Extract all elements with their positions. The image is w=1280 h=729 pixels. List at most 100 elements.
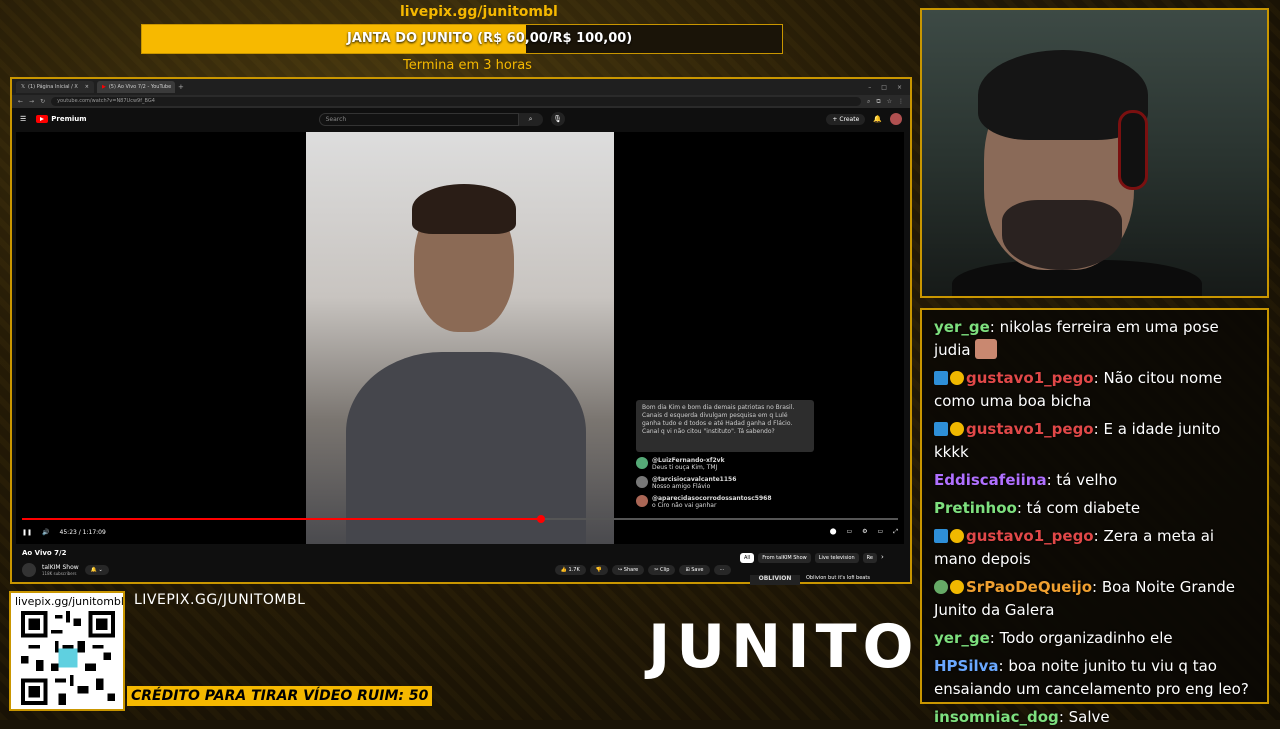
- pinned-comment: Bom dia Kim e bom dia demais patriotas n…: [636, 400, 814, 452]
- subtitles-icon[interactable]: ▭: [846, 528, 852, 536]
- chat-message: gustavo1_pego: Zera a meta ai mano depoi…: [934, 525, 1259, 571]
- channel-avatar[interactable]: [22, 563, 36, 577]
- notifications-bell-icon[interactable]: 🔔 ⌄: [84, 565, 109, 575]
- address-row: ← → ↻ youtube.com/watch?v=N87Ucw9f_BG4 ⌕…: [12, 95, 910, 108]
- chat-username[interactable]: yer_ge: [934, 318, 990, 336]
- recommendation-chips: All From talKIM Show Live television Re …: [740, 553, 884, 563]
- avatar: [636, 495, 648, 507]
- avatar: [636, 457, 648, 469]
- chat-text: : tá com diabete: [1016, 499, 1141, 517]
- chat-username[interactable]: Pretinhoo: [934, 499, 1017, 517]
- time-display: 45:23 / 1:17:09: [59, 528, 106, 536]
- chat-username[interactable]: Eddiscafeiina: [934, 471, 1047, 489]
- recommendation-item[interactable]: OBLIVION Oblivion but it's lofi beats: [750, 575, 870, 585]
- chat-username[interactable]: SrPaoDeQueijo: [966, 578, 1092, 596]
- prime-badge-icon: [934, 529, 948, 543]
- chat-username[interactable]: gustavo1_pego: [966, 369, 1094, 387]
- address-bar[interactable]: youtube.com/watch?v=N87Ucw9f_BG4: [51, 97, 861, 106]
- back-icon[interactable]: ←: [18, 98, 23, 105]
- notifications-icon[interactable]: 🔔: [873, 115, 882, 123]
- new-tab-icon[interactable]: +: [178, 83, 184, 91]
- minimize-icon[interactable]: –: [868, 84, 871, 91]
- youtube-play-icon: [36, 115, 49, 123]
- tab-x-home[interactable]: 𝕏 (1) Página Inicial / X ×: [16, 81, 94, 93]
- goal-label: JANTA DO JUNITO (R$ 60,00/R$ 100,00): [347, 31, 633, 46]
- pause-icon[interactable]: ❚❚: [22, 529, 32, 536]
- close-icon[interactable]: ×: [174, 84, 175, 90]
- settings-icon[interactable]: ⚙: [862, 528, 867, 536]
- volume-icon[interactable]: 🔊: [42, 529, 49, 536]
- clip-button[interactable]: ✂ Clip: [648, 565, 676, 575]
- chat-message: gustavo1_pego: Não citou nome como uma b…: [934, 367, 1259, 413]
- forward-icon[interactable]: →: [29, 98, 34, 105]
- credit-banner: CRÉDITO PARA TIRAR VÍDEO RUIM: 50: [127, 686, 433, 706]
- qr-panel: livepix.gg/junitombl: [9, 591, 125, 711]
- video-progress-bar[interactable]: [22, 515, 898, 523]
- chat-message: Eddiscafeiina: tá velho: [934, 469, 1259, 492]
- video-scrubber-handle[interactable]: [536, 515, 545, 523]
- livepix-url: LIVEPIX.GG/JUNITOMBL: [134, 592, 306, 608]
- chat-username[interactable]: insomniac_dog: [934, 708, 1059, 726]
- youtube-header: ☰ Premium Search ⌕ 🎙 + Create 🔔: [12, 108, 910, 130]
- reload-icon[interactable]: ↻: [40, 98, 45, 105]
- menu-icon[interactable]: ⋮: [898, 98, 904, 106]
- hamburger-icon[interactable]: ☰: [20, 115, 26, 123]
- chat-username[interactable]: yer_ge: [934, 629, 990, 647]
- chat-username[interactable]: gustavo1_pego: [966, 420, 1094, 438]
- fullscreen-icon[interactable]: ⤢: [893, 528, 898, 536]
- comment-text: Deus ti ouça Kim, TMJ: [652, 464, 718, 471]
- zoom-icon[interactable]: ⌕: [867, 98, 870, 106]
- tab-title: (5) Ao Vivo 7/2 - YouTube: [108, 84, 172, 90]
- youtube-icon: ▶: [102, 84, 106, 90]
- chip-live-television[interactable]: Live television: [814, 553, 859, 563]
- chat-username[interactable]: gustavo1_pego: [966, 527, 1094, 545]
- goal-url: livepix.gg/junitombl: [400, 4, 558, 20]
- browser-window: 𝕏 (1) Página Inicial / X × ▶ (5) Ao Vivo 7/…: [10, 77, 912, 585]
- recommendation-thumbnail: OBLIVION: [750, 575, 800, 585]
- youtube-logo[interactable]: Premium: [36, 115, 87, 123]
- chat-text: : tá velho: [1046, 471, 1118, 489]
- search-input[interactable]: Search: [318, 112, 519, 126]
- x-icon: 𝕏: [21, 84, 26, 90]
- maximize-icon[interactable]: □: [881, 84, 887, 91]
- brand-logo: JUNITO: [648, 612, 920, 682]
- chip-all[interactable]: All: [740, 553, 755, 563]
- video-person-body: [346, 352, 586, 544]
- video-player[interactable]: Bom dia Kim e bom dia demais patriotas n…: [16, 132, 904, 544]
- save-button[interactable]: ⊞ Save: [679, 565, 710, 575]
- coin-badge-icon: [950, 422, 964, 436]
- subscriber-count: 118K subscribers: [42, 571, 77, 576]
- extensions-icon[interactable]: ⧉: [876, 98, 880, 106]
- coin-badge-icon: [950, 529, 964, 543]
- qr-code-icon: [21, 611, 115, 705]
- comment-text: o Ciro não vai ganhar: [652, 502, 717, 509]
- recommendation-title: Oblivion but it's lofi beats: [806, 575, 870, 581]
- bookmark-icon[interactable]: ☆: [887, 98, 892, 106]
- avatar[interactable]: [890, 113, 902, 125]
- coin-badge-icon: [950, 580, 964, 594]
- create-button[interactable]: + Create: [826, 113, 866, 125]
- thumbs-up-icon: 👍: [560, 567, 569, 573]
- theater-icon[interactable]: ▭: [878, 528, 884, 536]
- avatar: [636, 476, 648, 488]
- tab-youtube[interactable]: ▶(5) Ao Vivo 7/2 - YouTube×: [97, 81, 175, 93]
- close-window-icon[interactable]: ×: [897, 84, 902, 91]
- video-progress-played: [22, 518, 541, 520]
- chip-more[interactable]: Re: [862, 553, 877, 563]
- like-button[interactable]: 👍 1.7K: [554, 565, 586, 575]
- tab-title: (1) Página Inicial / X: [28, 84, 78, 90]
- autoplay-toggle[interactable]: ⬤: [830, 528, 837, 536]
- search-icon[interactable]: ⌕: [518, 112, 543, 126]
- chip-from-channel[interactable]: From talKIM Show: [758, 553, 811, 563]
- share-button[interactable]: ↪ Share: [612, 565, 645, 575]
- chevron-right-icon[interactable]: ›: [881, 553, 884, 563]
- chat-username[interactable]: HPSilva: [934, 657, 999, 675]
- like-count: 1.7K: [568, 567, 580, 573]
- close-icon[interactable]: ×: [85, 84, 89, 90]
- clip-label: Clip: [660, 567, 670, 573]
- channel-name[interactable]: talKIM Show: [42, 564, 79, 571]
- comment-user: @LuizFernando-xf2vk: [652, 457, 725, 464]
- more-icon[interactable]: ⋯: [713, 565, 731, 575]
- dislike-icon[interactable]: 👎: [589, 565, 608, 575]
- microphone-icon[interactable]: 🎙: [550, 112, 565, 126]
